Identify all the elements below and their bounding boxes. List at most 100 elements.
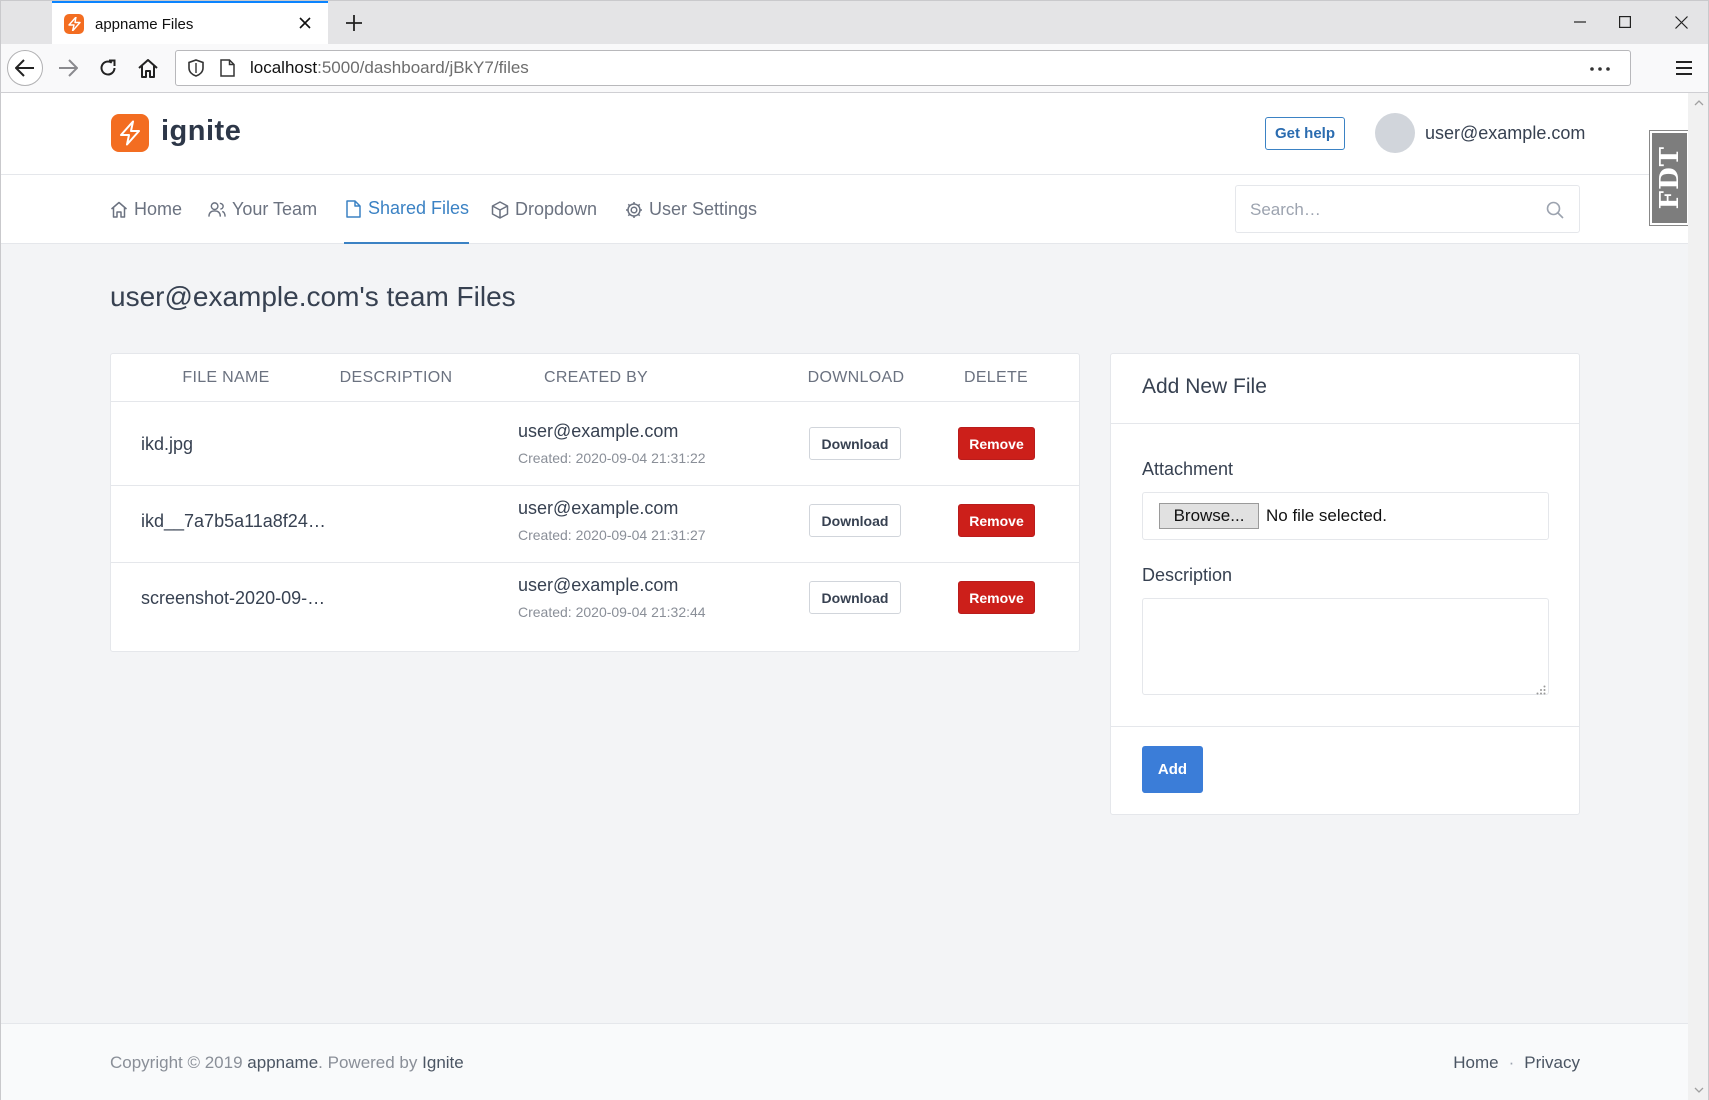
home-icon bbox=[110, 201, 128, 219]
download-button[interactable]: Download bbox=[809, 581, 901, 614]
page-scrollbar[interactable] bbox=[1688, 93, 1709, 1100]
forward-arrow-icon[interactable] bbox=[50, 50, 86, 86]
footer-app-name: appname bbox=[247, 1053, 319, 1072]
nav-item-your-team[interactable]: Your Team bbox=[208, 175, 317, 244]
table-row: screenshot-2020-09-… user@example.com Cr… bbox=[111, 556, 1079, 640]
footer-copyright: Copyright © 2019 appname. Powered by Ign… bbox=[110, 1053, 464, 1073]
attachment-file-input: Browse... No file selected. bbox=[1142, 492, 1549, 540]
nav-item-user-settings[interactable]: User Settings bbox=[625, 175, 757, 244]
logo-text[interactable]: ignite bbox=[161, 115, 241, 148]
files-table: FILE NAME DESCRIPTION CREATED BY DOWNLOA… bbox=[110, 353, 1080, 652]
created-by: user@example.com bbox=[518, 421, 679, 441]
copyright-text: Copyright © 2019 bbox=[110, 1053, 243, 1072]
fdt-badge[interactable]: FDT bbox=[1649, 130, 1690, 226]
download-button[interactable]: Download bbox=[809, 427, 901, 460]
column-header-created-by: CREATED BY bbox=[543, 368, 649, 386]
maximize-icon[interactable] bbox=[1605, 8, 1645, 36]
close-tab-icon[interactable] bbox=[294, 12, 316, 34]
logo-bolt-icon[interactable] bbox=[111, 114, 149, 152]
nav-item-label: Your Team bbox=[232, 199, 318, 219]
url-bar[interactable]: localhost:5000/dashboard/jBkY7/files bbox=[175, 50, 1631, 86]
tab-title: appname Files bbox=[95, 15, 194, 33]
panel-divider bbox=[1111, 423, 1579, 424]
browser-tab[interactable]: appname Files bbox=[52, 1, 328, 45]
remove-button[interactable]: Remove bbox=[958, 427, 1035, 460]
browse-button[interactable]: Browse... bbox=[1159, 503, 1259, 529]
column-header-delete: DELETE bbox=[963, 368, 1029, 386]
created-timestamp: Created: 2020-09-04 21:31:27 bbox=[518, 527, 706, 543]
nav-item-shared-files[interactable]: Shared Files bbox=[344, 175, 470, 244]
new-tab-plus-icon[interactable] bbox=[340, 9, 368, 37]
scroll-down-arrow-icon[interactable] bbox=[1693, 1084, 1704, 1095]
created-by: user@example.com bbox=[518, 498, 679, 518]
download-button[interactable]: Download bbox=[809, 504, 901, 537]
add-file-panel: Add New File Attachment Browse... No fil… bbox=[1110, 353, 1580, 815]
url-text[interactable]: localhost:5000/dashboard/jBkY7/files bbox=[250, 58, 529, 78]
search-box bbox=[1235, 185, 1580, 233]
column-header-download: DOWNLOAD bbox=[807, 368, 905, 386]
scroll-up-arrow-icon[interactable] bbox=[1693, 97, 1704, 108]
user-menu-email[interactable]: user@example.com bbox=[1425, 123, 1585, 144]
reload-icon[interactable] bbox=[90, 50, 126, 86]
footer-link-privacy[interactable]: Privacy bbox=[1524, 1053, 1580, 1073]
url-path: :5000/dashboard/jBkY7/files bbox=[317, 58, 529, 77]
created-timestamp: Created: 2020-09-04 21:31:22 bbox=[518, 450, 706, 466]
file-name: ikd.jpg bbox=[141, 433, 194, 454]
site-header: ignite Get help user@example.com bbox=[1, 93, 1689, 175]
footer-links: Home · Privacy bbox=[1453, 1053, 1580, 1073]
table-row: ikd.jpg user@example.com Created: 2020-0… bbox=[111, 402, 1079, 486]
cube-icon bbox=[491, 200, 509, 219]
created-by: user@example.com bbox=[518, 575, 679, 595]
page-viewport: ignite Get help user@example.com Home Yo… bbox=[0, 93, 1690, 1100]
window-close-icon[interactable] bbox=[1661, 8, 1701, 36]
menu-hamburger-icon[interactable] bbox=[1672, 56, 1696, 80]
nav-item-label: User Settings bbox=[649, 199, 758, 219]
remove-button[interactable]: Remove bbox=[958, 581, 1035, 614]
page-actions-more-icon[interactable] bbox=[1588, 59, 1612, 79]
minimize-icon[interactable] bbox=[1560, 8, 1600, 36]
home-toolbar-icon[interactable] bbox=[130, 50, 166, 86]
file-name: screenshot-2020-09-… bbox=[141, 587, 326, 608]
attachment-label: Attachment bbox=[1142, 459, 1234, 479]
url-host: localhost bbox=[250, 58, 318, 77]
footer-link-home[interactable]: Home bbox=[1453, 1053, 1498, 1073]
created-timestamp: Created: 2020-09-04 21:32:44 bbox=[518, 604, 706, 620]
remove-button[interactable]: Remove bbox=[958, 504, 1035, 537]
nav-item-label: Dropdown bbox=[515, 199, 598, 219]
search-icon[interactable] bbox=[1545, 200, 1565, 220]
browser-toolbar: localhost:5000/dashboard/jBkY7/files bbox=[0, 44, 1709, 93]
add-file-button[interactable]: Add bbox=[1142, 746, 1203, 793]
avatar[interactable] bbox=[1375, 113, 1415, 153]
search-input[interactable] bbox=[1250, 198, 1530, 222]
footer-ignite-link[interactable]: Ignite bbox=[422, 1053, 464, 1072]
description-textarea[interactable] bbox=[1142, 598, 1549, 695]
file-icon bbox=[344, 199, 362, 218]
add-file-title: Add New File bbox=[1142, 375, 1267, 398]
footer-separator: · bbox=[1508, 1053, 1515, 1072]
site-footer: Copyright © 2019 appname. Powered by Ign… bbox=[1, 1023, 1689, 1100]
favicon-bolt-icon bbox=[64, 14, 84, 34]
tracking-shield-icon[interactable] bbox=[186, 58, 206, 78]
page-info-icon[interactable] bbox=[218, 58, 236, 78]
back-arrow-icon[interactable] bbox=[7, 50, 43, 86]
file-status-text: No file selected. bbox=[1266, 506, 1387, 525]
nav-item-home[interactable]: Home bbox=[110, 175, 182, 244]
gear-icon bbox=[625, 201, 643, 219]
powered-by-text: . Powered by bbox=[318, 1053, 418, 1072]
file-name: ikd__7a7b5a11a8f24… bbox=[141, 510, 326, 531]
description-label: Description bbox=[1142, 565, 1233, 585]
browser-tab-strip: appname Files bbox=[0, 0, 1709, 45]
resize-grip-icon[interactable] bbox=[1536, 682, 1546, 695]
get-help-button[interactable]: Get help bbox=[1265, 117, 1345, 150]
panel-divider bbox=[1111, 726, 1579, 727]
main-nav: Home Your Team Shared Files Dropdown Use… bbox=[1, 175, 1689, 244]
nav-item-label: Shared Files bbox=[368, 198, 470, 218]
column-header-file-name: FILE NAME bbox=[182, 368, 270, 386]
page-title: user@example.com's team Files bbox=[110, 281, 516, 312]
users-icon bbox=[208, 201, 226, 219]
nav-item-dropdown[interactable]: Dropdown bbox=[491, 175, 597, 244]
nav-item-label: Home bbox=[134, 199, 183, 219]
column-header-description: DESCRIPTION bbox=[339, 368, 453, 386]
table-row: ikd__7a7b5a11a8f24… user@example.com Cre… bbox=[111, 479, 1079, 563]
fdt-badge-text: FDT bbox=[1654, 146, 1685, 210]
